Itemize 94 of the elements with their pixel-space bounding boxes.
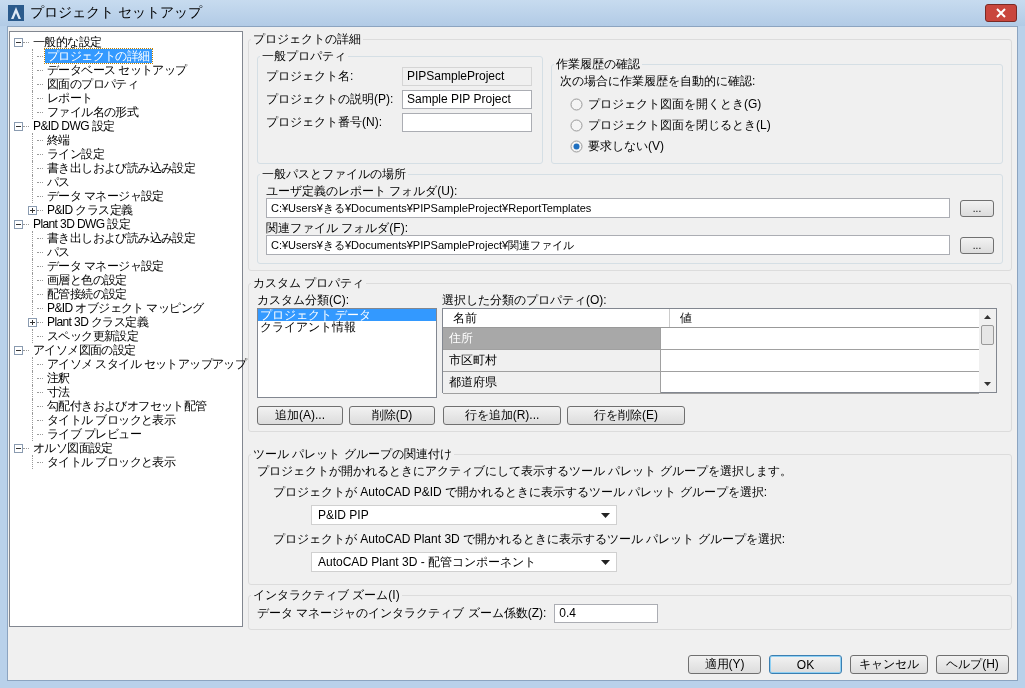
group-title: 一般プロパティ — [261, 48, 347, 65]
field-label: プロジェクトの説明(P): — [266, 91, 395, 108]
group-title: 作業履歴の確認 — [555, 56, 641, 73]
tree-item[interactable]: ライブ プレビュー — [45, 427, 143, 441]
tree-item[interactable]: パス — [45, 245, 72, 259]
action-button[interactable]: 行を追加(R)... — [443, 406, 561, 425]
group-title: 一般パスとファイルの場所 — [261, 166, 407, 183]
app-logo-icon — [8, 5, 24, 21]
dialog-button[interactable]: ヘルプ(H) — [936, 655, 1009, 674]
field-label: ユーザ定義のレポート フォルダ(U): — [266, 183, 459, 198]
tree-item[interactable]: 画層と色の設定 — [45, 273, 129, 287]
tree-item[interactable]: 注釈 — [45, 371, 72, 385]
tree-item[interactable]: データ マネージャ設定 — [45, 259, 166, 273]
tree-item[interactable]: アイソメ図面の設定 — [31, 343, 138, 357]
collapse-icon[interactable] — [14, 37, 23, 47]
tree-item[interactable]: 図面のプロパティ — [45, 77, 141, 91]
tree-item[interactable]: ファイル名の形式 — [45, 105, 141, 119]
dialog-button[interactable]: OK — [769, 655, 842, 674]
tree-item[interactable]: スペック更新設定 — [45, 329, 141, 343]
dialog-button[interactable]: 適用(Y) — [688, 655, 761, 674]
tree-item[interactable]: 配管接続の設定 — [45, 287, 129, 301]
radio-label[interactable]: プロジェクト図面を閉じるとき(L) — [588, 117, 771, 134]
tree-item[interactable]: パス — [45, 175, 72, 189]
browse-button[interactable]: ... — [960, 236, 994, 254]
prompt-text: 次の場合に作業履歴を自動的に確認: — [560, 73, 757, 90]
window-title: プロジェクト セットアップ — [30, 4, 202, 22]
group-title: インタラクティブ ズーム(I) — [252, 587, 401, 604]
tree-item[interactable]: 書き出しおよび読み込み設定 — [45, 161, 198, 175]
browse-button[interactable]: ... — [960, 199, 994, 217]
tree-item[interactable]: Plant 3D DWG 設定 — [31, 217, 133, 231]
dropdown-label: プロジェクトが AutoCAD P&ID で開かれるときに表示するツール パレット グループを選択: — [272, 484, 769, 501]
palette-dropdown[interactable]: AutoCAD Plant 3D - 配管コンポーネント — [311, 552, 617, 572]
tree-item[interactable]: P&ID クラス定義 — [45, 203, 135, 217]
action-button[interactable]: 追加(A)... — [257, 406, 343, 425]
tree-item[interactable]: Plant 3D クラス定義 — [45, 315, 150, 329]
field-label: プロジェクト名: — [266, 68, 355, 85]
tree-item[interactable]: 勾配付きおよびオフセット配管 — [45, 399, 209, 413]
collapse-icon[interactable] — [14, 443, 23, 453]
close-button[interactable] — [985, 4, 1017, 22]
tree-item[interactable]: 一般的な設定 — [31, 35, 104, 49]
tree-item[interactable]: 書き出しおよび読み込み設定 — [45, 231, 198, 245]
scrollbar[interactable] — [979, 309, 996, 392]
tree-item[interactable]: P&ID オブジェクト マッピング — [45, 301, 206, 315]
action-button[interactable]: 行を削除(E) — [567, 406, 685, 425]
list-item[interactable]: クライアント情報 — [258, 321, 436, 333]
list-label: カスタム分類(C): — [257, 292, 350, 308]
column-header[interactable]: 値 — [670, 309, 692, 327]
instruction-text: プロジェクトが開かれるときにアクティブにして表示するツール パレット グループを選択します。 — [257, 463, 793, 480]
expand-icon[interactable] — [28, 205, 37, 215]
group-title: プロジェクトの詳細 — [252, 31, 362, 48]
input-field[interactable]: Sample PIP Project — [402, 90, 532, 109]
input-field[interactable] — [402, 113, 532, 132]
tree-item[interactable]: オルソ図面設定 — [31, 441, 115, 455]
table-label: 選択した分類のプロパティ(O): — [442, 292, 608, 308]
field-label: 関連ファイル フォルダ(F): — [266, 220, 409, 235]
tree-item[interactable]: タイトル ブロックと表示 — [45, 413, 178, 427]
group-title: カスタム プロパティ — [252, 275, 366, 292]
table-cell[interactable]: 都道府県 — [443, 372, 661, 393]
tree-item[interactable]: 寸法 — [45, 385, 72, 399]
expand-icon[interactable] — [28, 317, 37, 327]
close-icon — [996, 8, 1006, 18]
tree-item[interactable]: レポート — [45, 91, 95, 105]
tree-item[interactable]: 終端 — [45, 133, 72, 147]
scrollbar-thumb[interactable] — [981, 325, 994, 345]
tree-item[interactable]: データベース セットアップ — [45, 63, 189, 77]
collapse-icon[interactable] — [14, 121, 23, 131]
tree-item[interactable]: アイソメ スタイル セットアップアップ — [45, 357, 249, 371]
field-label: データ マネージャのインタラクティブ ズーム係数(Z): — [257, 605, 547, 622]
radio-button[interactable] — [570, 119, 583, 132]
tree-item[interactable]: タイトル ブロックと表示 — [45, 455, 178, 469]
tree-item[interactable]: P&ID DWG 設定 — [31, 119, 117, 133]
dropdown-arrow-icon — [601, 559, 610, 565]
action-button[interactable]: 削除(D) — [349, 406, 435, 425]
column-header[interactable]: 名前 — [443, 309, 670, 327]
radio-button[interactable] — [570, 140, 583, 153]
dropdown-arrow-icon — [601, 512, 610, 518]
radio-button[interactable] — [570, 98, 583, 111]
palette-dropdown[interactable]: P&ID PIP — [311, 505, 617, 525]
path-field[interactable]: C:¥Users¥きる¥Documents¥PIPSampleProject¥関連ファイル — [266, 235, 950, 255]
dropdown-label: プロジェクトが AutoCAD Plant 3D で開かれるときに表示するツール パレット グループを選択: — [272, 531, 787, 548]
tree-item[interactable]: ライン設定 — [45, 147, 106, 161]
table-cell[interactable]: 市区町村 — [443, 350, 661, 371]
collapse-icon[interactable] — [14, 219, 23, 229]
zoom-factor-field[interactable]: 0.4 — [554, 604, 659, 623]
collapse-icon[interactable] — [14, 345, 23, 355]
group-title: ツール パレット グループの関連付け — [252, 446, 453, 463]
tree-item[interactable]: データ マネージャ設定 — [45, 189, 166, 203]
scroll-up-icon[interactable] — [984, 315, 991, 319]
dialog-button[interactable]: キャンセル — [850, 655, 928, 674]
field-label: プロジェクト番号(N): — [266, 114, 383, 131]
radio-label[interactable]: 要求しない(V) — [588, 138, 664, 155]
radio-label[interactable]: プロジェクト図面を開くとき(G) — [588, 96, 762, 113]
path-field[interactable]: C:¥Users¥きる¥Documents¥PIPSampleProject¥ReportTemplates — [266, 198, 950, 218]
scroll-down-icon[interactable] — [984, 382, 991, 386]
